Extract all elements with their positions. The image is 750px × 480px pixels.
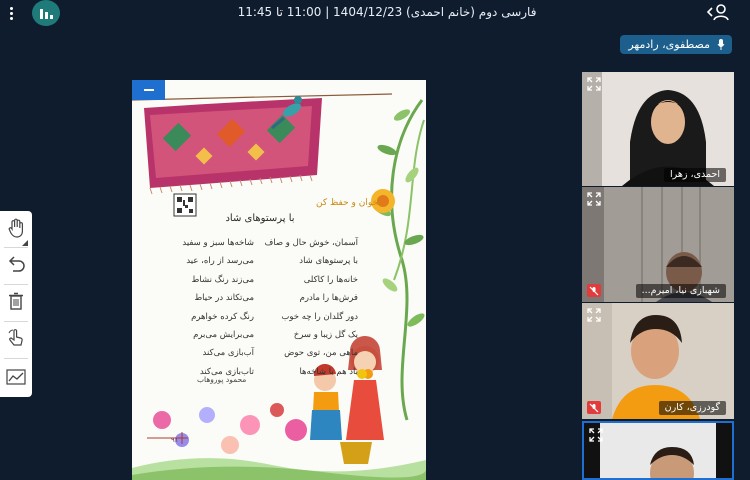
participant-name: شهبازی نیا، امیرم... xyxy=(635,284,726,298)
expand-icon[interactable] xyxy=(586,307,602,323)
poem-author: محمود پوروهاب xyxy=(197,375,247,384)
vertical-dots-icon[interactable] xyxy=(6,6,16,22)
expand-icon[interactable] xyxy=(588,427,604,443)
poem-line: یک گل زیبا و سرخ می‌برایش می‌برم xyxy=(158,330,358,348)
active-speaker-badge: مصطفوی، رادمهر xyxy=(620,35,732,54)
poem-hemistich: آسمان، خوش حال و صاف xyxy=(264,238,358,248)
participant-name: گودرزی، کارن xyxy=(658,401,726,415)
minus-icon[interactable] xyxy=(132,80,165,100)
hand-icon[interactable] xyxy=(3,215,29,241)
undo-icon[interactable] xyxy=(3,251,29,277)
user-chevron-icon[interactable] xyxy=(706,3,730,23)
annotation-toolbar xyxy=(0,211,32,397)
participant-video-tile[interactable]: شهبازی نیا، امیرم... xyxy=(582,187,734,302)
poem-line: فرش‌ها را مادرم می‌تکاند در حیاط xyxy=(158,293,358,311)
poem-hemistich: ماهی من، توی حوض xyxy=(284,348,358,359)
poem-title: با پرستوهای شاد xyxy=(225,213,295,224)
poem-text: آسمان، خوش حال و صاف شاخه‌ها سبز و سفید با… xyxy=(158,238,358,385)
top-bar: فارسی دوم (خانم احمدی) 1404/12/23 | 11:0… xyxy=(0,0,750,28)
poem-line: آسمان، خوش حال و صاف شاخه‌ها سبز و سفید xyxy=(158,238,358,256)
poem-line: خانه‌ها را کاکلی می‌زند رنگ نشاط xyxy=(158,275,358,293)
section-badge: بخوان و حفظ کن xyxy=(316,198,381,208)
speaker-name: مصطفوی، رادمهر xyxy=(628,38,710,51)
poem-line: باد هم با شاخه‌ها تاب‌بازی می‌کند xyxy=(158,367,358,385)
page-number: ۹۱ xyxy=(171,436,179,444)
poem-hemistich: می‌برایش می‌برم xyxy=(193,329,254,340)
poem-line: دور گلدان را چه خوب رنگ کرده خواهرم xyxy=(158,312,358,330)
poem-line: ماهی من، توی حوض آب‌بازی می‌کند xyxy=(158,348,359,366)
pointer-hand-icon[interactable] xyxy=(3,325,29,351)
poem-hemistich: با پرستوهای شاد xyxy=(299,256,358,267)
participant-video-tile[interactable]: احمدی، زهرا xyxy=(582,72,734,186)
poem-hemistich: شاخه‌ها سبز و سفید xyxy=(182,238,254,248)
poem-hemistich: می‌زند رنگ نشاط xyxy=(191,274,254,285)
session-title: فارسی دوم (خانم احمدی) 1404/12/23 | 11:0… xyxy=(237,5,537,19)
poem-hemistich: می‌تکاند در حیاط xyxy=(194,293,254,304)
poem-line: با پرستوهای شاد می‌رسد از راه، عید xyxy=(158,256,358,274)
poem-hemistich: فرش‌ها را مادرم xyxy=(299,293,358,304)
poem-hemistich: باد هم با شاخه‌ها xyxy=(299,366,358,377)
participant-name: احمدی، زهرا xyxy=(664,168,726,182)
bar-chart-icon[interactable] xyxy=(32,0,60,26)
poem-hemistich: دور گلدان را چه خوب xyxy=(281,311,358,322)
poem-hemistich: می‌رسد از راه، عید xyxy=(186,256,254,267)
participant-video-tile[interactable] xyxy=(582,421,734,480)
line-chart-icon[interactable] xyxy=(3,364,29,390)
microphone-icon xyxy=(717,39,725,50)
poem-hemistich: یک گل زیبا و سرخ xyxy=(293,329,358,340)
participant-video xyxy=(584,423,732,478)
participant-video-tile[interactable]: گودرزی، کارن xyxy=(582,303,734,419)
expand-icon[interactable] xyxy=(586,76,602,92)
poem-hemistich: رنگ کرده خواهرم xyxy=(191,311,254,322)
trash-icon[interactable] xyxy=(3,288,29,314)
textbook-page[interactable]: بخوان و حفظ کن با پرستوهای شاد آسمان، خو… xyxy=(132,80,426,480)
expand-icon[interactable] xyxy=(586,191,602,207)
muted-microphone-icon xyxy=(587,284,601,297)
poem-hemistich: آب‌بازی می‌کند xyxy=(202,348,255,359)
poem-hemistich: خانه‌ها را کاکلی xyxy=(303,274,358,285)
muted-microphone-icon xyxy=(587,401,601,414)
